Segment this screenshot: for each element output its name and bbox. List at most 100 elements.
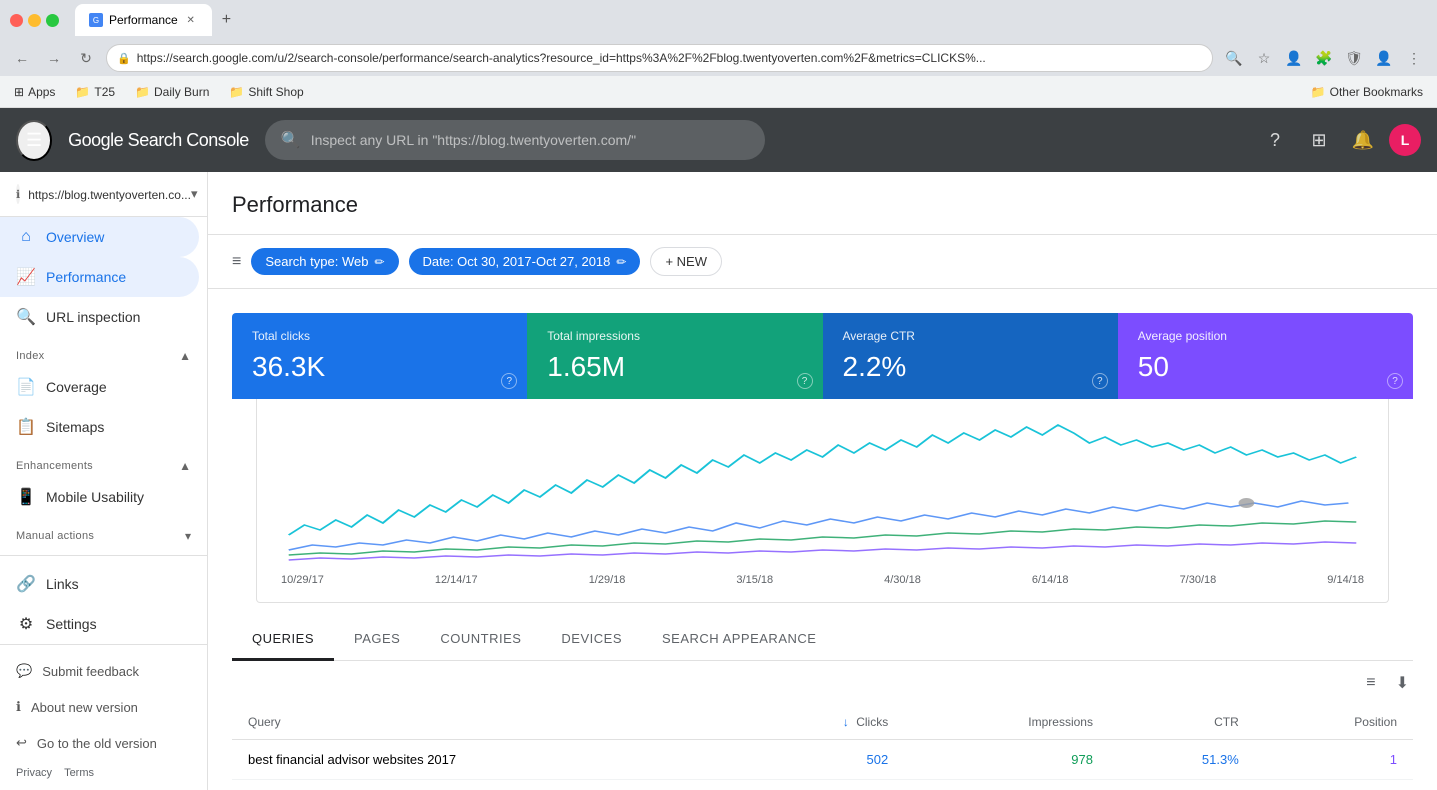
total-impressions-card[interactable]: Total impressions 1.65M ? (527, 313, 822, 399)
clicks-cell: 482 (740, 780, 904, 790)
url-search-bar[interactable]: 🔍 (265, 120, 765, 160)
apps-grid-button[interactable]: ⊞ (1301, 122, 1337, 158)
total-clicks-label: Total clicks (252, 329, 507, 343)
dropdown-chevron-icon: ▾ (191, 186, 198, 202)
tab-favicon: G (89, 13, 103, 27)
site-selector[interactable]: ℹ https://blog.twentyoverten.co... ▾ (0, 172, 207, 217)
search-type-filter-button[interactable]: Search type: Web ✏ (251, 248, 398, 275)
shield-button[interactable]: 🛡 (1341, 45, 1367, 71)
active-tab[interactable]: G Performance ✕ (75, 4, 212, 36)
new-tab-button[interactable]: + (216, 11, 237, 29)
average-ctr-value: 2.2% (843, 351, 1098, 383)
submit-feedback-button[interactable]: 💬 Submit feedback (0, 653, 207, 689)
bookmark-other[interactable]: 📁 Other Bookmarks (1307, 83, 1427, 101)
ctr-cell: 21.7% (1109, 780, 1255, 790)
address-field[interactable]: 🔒 https://search.google.com/u/2/search-c… (106, 44, 1213, 72)
site-info-icon: ℹ (16, 184, 20, 204)
folder-icon: 📁 (135, 85, 150, 99)
chart-label-4: 3/15/18 (736, 574, 773, 586)
sidebar-item-mobile-usability[interactable]: 📱 Mobile Usability (0, 477, 199, 517)
apps-label: Apps (28, 85, 55, 99)
bookmark-shift-shop[interactable]: 📁 Shift Shop (225, 83, 307, 101)
sort-arrow-icon: ↓ (843, 715, 849, 729)
tab-queries[interactable]: QUERIES (232, 619, 334, 661)
position-cell: 1 (1255, 740, 1413, 780)
sidebar-item-performance[interactable]: 📈 Performance (0, 257, 199, 297)
close-button[interactable] (10, 14, 23, 27)
bookmark-daily-burn[interactable]: 📁 Daily Burn (131, 83, 213, 101)
sidebar-item-links[interactable]: 🔗 Links (0, 564, 199, 604)
back-button[interactable]: ← (10, 46, 34, 70)
sidebar-item-label: URL inspection (46, 309, 140, 325)
total-impressions-value: 1.65M (547, 351, 802, 383)
average-ctr-card[interactable]: Average CTR 2.2% ? (823, 313, 1118, 399)
ctr-info-icon: ? (1092, 373, 1108, 389)
maximize-button[interactable] (46, 14, 59, 27)
user-avatar[interactable]: L (1389, 124, 1421, 156)
manual-actions-section-label: Manual actions (16, 530, 94, 542)
privacy-link[interactable]: Privacy (16, 767, 52, 779)
table-container: ≡ ⬇ Query ↓ Clicks Impressions CTR Posit… (232, 661, 1413, 790)
help-button[interactable]: ? (1257, 122, 1293, 158)
profile-button[interactable]: 👤 (1281, 45, 1307, 71)
impressions-column-header[interactable]: Impressions (904, 705, 1109, 740)
search-icon-button[interactable]: 🔍 (1221, 45, 1247, 71)
tab-search-appearance[interactable]: SEARCH APPEARANCE (642, 619, 836, 661)
main-layout: ℹ https://blog.twentyoverten.co... ▾ ⌂ O… (0, 172, 1437, 790)
total-clicks-card[interactable]: Total clicks 36.3K ? (232, 313, 527, 399)
sidebar-item-url-inspection[interactable]: 🔍 URL inspection (0, 297, 199, 337)
go-to-old-version-button[interactable]: ↩ Go to the old version (0, 725, 207, 761)
url-search-input[interactable] (311, 132, 749, 148)
tab-countries[interactable]: COUNTRIES (420, 619, 541, 661)
index-section-toggle[interactable]: ▲ (179, 349, 191, 363)
query-column-header[interactable]: Query (232, 705, 740, 740)
minimize-button[interactable] (28, 14, 41, 27)
stats-container: Total clicks 36.3K ? Total impressions 1… (208, 289, 1437, 603)
sidebar-item-sitemaps[interactable]: 📋 Sitemaps (0, 407, 199, 447)
menu-button[interactable]: ⋮ (1401, 45, 1427, 71)
enhancements-section-toggle[interactable]: ▲ (179, 459, 191, 473)
sidebar-item-coverage[interactable]: 📄 Coverage (0, 367, 199, 407)
clicks-column-header[interactable]: ↓ Clicks (740, 705, 904, 740)
sidebar-item-overview[interactable]: ⌂ Overview (0, 217, 199, 257)
hamburger-menu-button[interactable]: ☰ (16, 120, 52, 161)
date-range-filter-button[interactable]: Date: Oct 30, 2017-Oct 27, 2018 ✏ (409, 248, 641, 275)
enhancements-section-header: Enhancements ▲ (0, 447, 207, 477)
index-section-label: Index (16, 350, 44, 362)
tab-close-button[interactable]: ✕ (184, 13, 198, 27)
position-cell: 1.3 (1255, 780, 1413, 790)
sidebar-item-settings[interactable]: ⚙ Settings (0, 604, 199, 644)
ctr-column-header[interactable]: CTR (1109, 705, 1255, 740)
bookmark-star-button[interactable]: ☆ (1251, 45, 1277, 71)
content-area: Performance ≡ Search type: Web ✏ Date: O… (208, 172, 1437, 790)
site-url: https://blog.twentyoverten.co... (28, 188, 191, 202)
bookmark-apps[interactable]: ⊞ Apps (10, 83, 59, 101)
bookmark-t25[interactable]: 📁 T25 (71, 83, 119, 101)
tab-devices[interactable]: DEVICES (541, 619, 642, 661)
download-table-button[interactable]: ⬇ (1392, 669, 1413, 697)
sidebar-item-label: Mobile Usability (46, 489, 144, 505)
about-new-version-button[interactable]: ℹ About new version (0, 689, 207, 725)
new-filter-button[interactable]: + NEW (650, 247, 722, 276)
forward-button[interactable]: → (42, 46, 66, 70)
ctr-cell: 51.3% (1109, 740, 1255, 780)
average-position-card[interactable]: Average position 50 ? (1118, 313, 1413, 399)
tab-pages[interactable]: PAGES (334, 619, 420, 661)
browser-chrome: G Performance ✕ + (0, 0, 1437, 40)
manual-actions-section-toggle[interactable]: ▾ (185, 529, 191, 543)
notifications-button[interactable]: 🔔 (1345, 122, 1381, 158)
terms-link[interactable]: Terms (64, 767, 94, 779)
sidebar-item-label: Settings (46, 616, 97, 632)
avatar-small[interactable]: 👤 (1371, 45, 1397, 71)
page-header: Performance (208, 172, 1437, 235)
position-column-header[interactable]: Position (1255, 705, 1413, 740)
daily-burn-label: Daily Burn (154, 85, 209, 99)
settings-icon: ⚙ (16, 614, 36, 634)
traffic-lights (10, 14, 59, 27)
filter-table-button[interactable]: ≡ (1362, 669, 1379, 697)
filter-bar: ≡ Search type: Web ✏ Date: Oct 30, 2017-… (208, 235, 1437, 289)
extensions-button[interactable]: 🧩 (1311, 45, 1337, 71)
edit-icon: ✏ (616, 255, 626, 269)
page-title: Performance (232, 192, 1413, 218)
reload-button[interactable]: ↻ (74, 46, 98, 70)
